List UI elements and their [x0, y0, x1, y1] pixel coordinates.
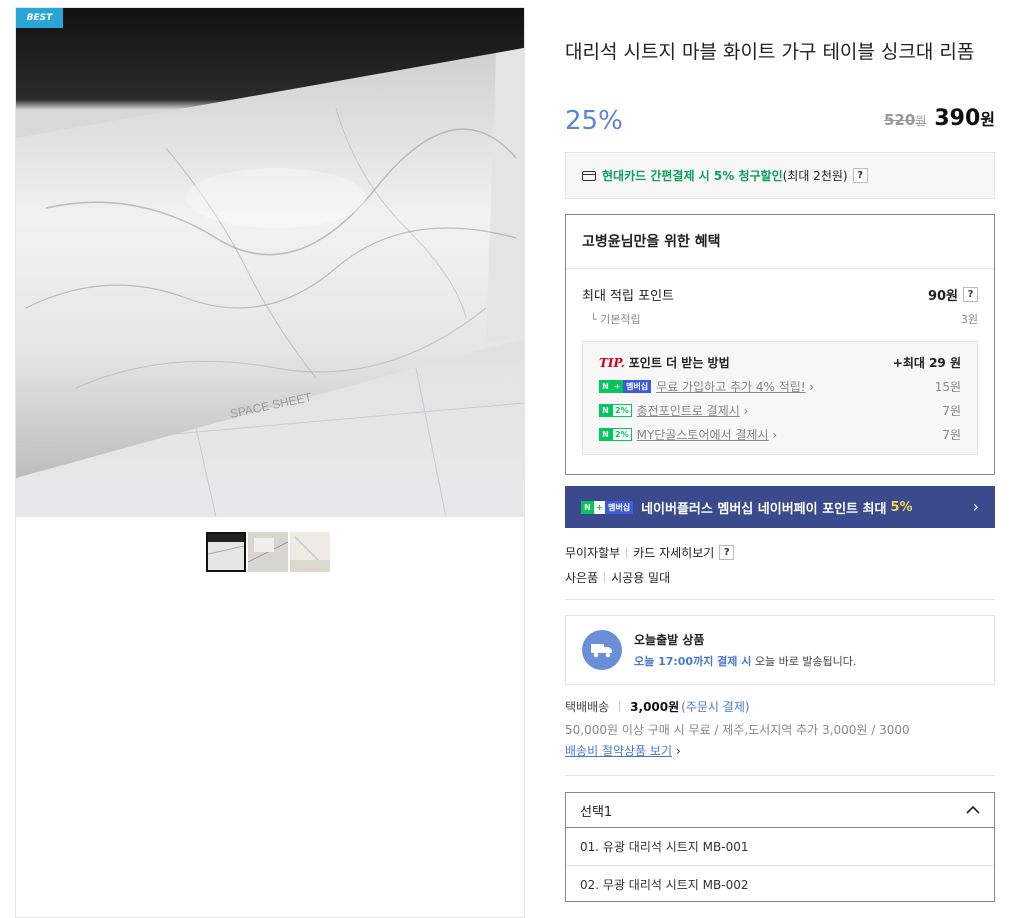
today-shipping-title: 오늘출발 상품	[634, 633, 705, 647]
tip-value: 15원	[934, 380, 961, 394]
base-point-row: └ 기본적립 3원	[566, 311, 994, 327]
benefit-box: 고병윤님만을 위한 혜택 최대 적립 포인트 90원 ? └ 기본적립 3원 T…	[565, 214, 995, 475]
card-promo-highlight: 현대카드 간편결제 시 5% 청구할인	[602, 169, 783, 183]
naver-pay-badge: N 2%	[599, 404, 632, 417]
option-item[interactable]: 02. 무광 대리석 시트지 MB-002	[566, 865, 994, 902]
option-select-label: 선택1	[580, 804, 613, 820]
card-detail-help-button[interactable]: ?	[719, 545, 735, 560]
tip-word: TIP.	[599, 356, 625, 370]
naver-banner-text: 네이버플러스 멤버십 네이버페이 포인트 최대	[641, 501, 887, 517]
sale-price: 390원	[934, 106, 995, 131]
shipping-fee-note: (주문시 결제)	[681, 700, 750, 714]
original-price: 520원	[883, 111, 927, 129]
naver-membership-badge: N + 멤버십	[581, 500, 634, 514]
gift-row: 사은품 시공용 밀대	[565, 569, 670, 586]
option-item[interactable]: 01. 유광 대리석 시트지 MB-001	[566, 828, 994, 865]
max-point-label: 최대 적립 포인트	[582, 289, 674, 304]
card-promo-help-button[interactable]: ?	[852, 168, 868, 183]
max-point-value: 90원	[927, 289, 958, 304]
chevron-up-icon	[966, 803, 980, 818]
naver-membership-banner[interactable]: N + 멤버십 네이버플러스 멤버십 네이버페이 포인트 최대 5% ›	[565, 486, 995, 528]
naver-banner-highlight: 5%	[890, 499, 913, 515]
price-area: 520원 390원	[884, 106, 995, 131]
product-title: 대리석 시트지 마블 화이트 가구 테이블 싱크대 리폼	[565, 41, 975, 63]
max-point-help-button[interactable]: ?	[963, 287, 978, 302]
thumbnail-2[interactable]	[248, 532, 288, 572]
thumbnail-3[interactable]	[290, 532, 330, 572]
shipping-method: 택배배송	[565, 700, 610, 714]
tip-title: 포인트 더 받는 방법	[628, 356, 730, 370]
chevron-right-icon: ›	[676, 744, 681, 758]
tip-link[interactable]: 충전포인트로 결제시	[637, 402, 740, 419]
naver-pay-badge: N 2%	[599, 428, 632, 441]
card-promo: 현대카드 간편결제 시 5% 청구할인 (최대 2천원) ?	[565, 152, 995, 199]
shipping-saving-link[interactable]: 배송비 절약상품 보기 ›	[565, 742, 681, 759]
base-point-label: └ 기본적립	[590, 313, 641, 326]
thumbnail-list	[206, 532, 330, 572]
shipping-fee-row: 택배배송 3,000원 (주문시 결제)	[565, 698, 750, 715]
divider	[565, 599, 995, 600]
credit-card-icon	[582, 170, 596, 181]
product-gallery: SPACE SHEET BEST	[15, 7, 525, 918]
gift-value: 시공용 밀대	[611, 571, 671, 585]
best-badge: BEST	[16, 8, 63, 28]
tip-value: 7원	[942, 428, 961, 442]
tip-row-store[interactable]: N 2% MY단골스토어에서 결제시 › 7원	[599, 426, 961, 443]
installment-row: 무이자할부 카드 자세히보기 ?	[565, 544, 735, 561]
gift-label: 사은품	[565, 571, 599, 585]
divider	[565, 775, 995, 776]
tip-link[interactable]: 무료 가입하고 추가 4% 적립!	[656, 378, 806, 395]
tip-row-charge[interactable]: N 2% 충전포인트로 결제시 › 7원	[599, 402, 961, 419]
option-select[interactable]: 선택1 01. 유광 대리석 시트지 MB-001 02. 무광 대리석 시트지…	[565, 792, 995, 902]
main-product-image: SPACE SHEET BEST	[16, 8, 524, 517]
tip-value: 7원	[942, 404, 961, 418]
card-detail-link[interactable]: 카드 자세히보기	[633, 544, 714, 561]
discount-rate: 25%	[565, 106, 623, 136]
tip-row-membership[interactable]: N + 멤버십 무료 가입하고 추가 4% 적립! › 15원	[599, 378, 961, 395]
max-point-row: 최대 적립 포인트 90원 ?	[566, 285, 994, 304]
today-shipping-box: 오늘출발 상품 오늘 17:00까지 결제 시 오늘 바로 발송됩니다.	[565, 615, 995, 685]
benefit-title: 고병윤님만을 위한 혜택	[566, 215, 994, 269]
naver-membership-badge: N + 멤버십	[599, 380, 652, 393]
tip-link[interactable]: MY단골스토어에서 결제시	[637, 426, 769, 443]
truck-icon	[582, 630, 622, 670]
base-point-value: 3원	[960, 313, 978, 326]
shipping-condition: 50,000원 이상 구매 시 무료 / 제주,도서지역 추가 3,000원 /…	[565, 723, 910, 737]
shipping-fee: 3,000원	[630, 700, 680, 714]
tip-max: +최대 29 원	[892, 356, 961, 370]
thumbnail-1[interactable]	[206, 532, 246, 572]
tip-header: TIP. 포인트 더 받는 방법 +최대 29 원	[599, 354, 961, 371]
option-select-header[interactable]: 선택1	[566, 793, 994, 828]
point-tip-box: TIP. 포인트 더 받는 방법 +최대 29 원 N + 멤버십 무료 가입하고 추가…	[582, 341, 978, 455]
chevron-right-icon: ›	[972, 497, 979, 516]
installment-label: 무이자할부	[565, 546, 621, 560]
today-shipping-desc: 오늘 17:00까지 결제 시 오늘 바로 발송됩니다.	[634, 655, 857, 668]
card-promo-rest: (최대 2천원)	[782, 169, 848, 183]
